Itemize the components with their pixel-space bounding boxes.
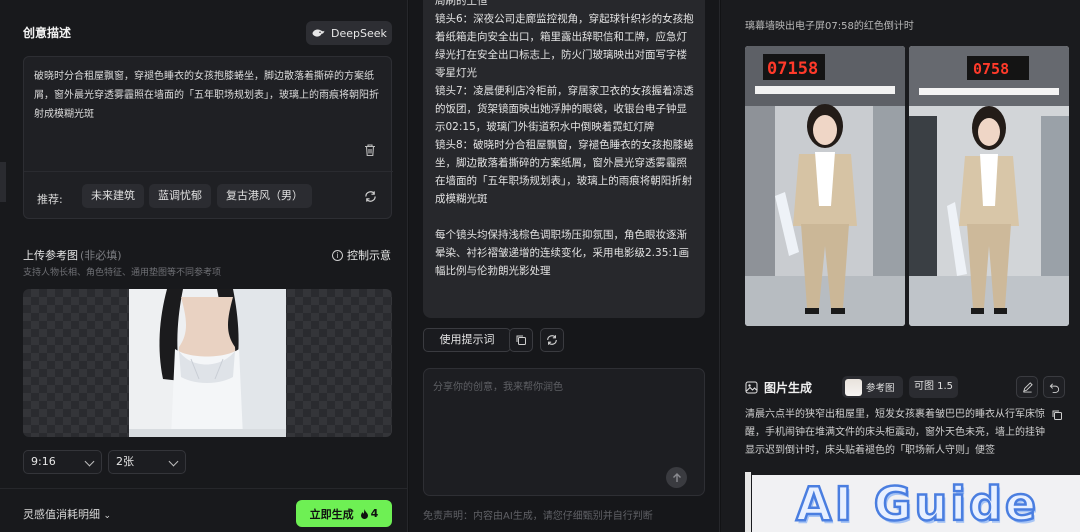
assistant-message-text[interactable]: 局刷的土恒 镜头6：深夜公司走廊监控视角，穿起球针织衫的女孩抱着纸箱走向安全出口… [435, 0, 697, 280]
result-image-1-graphic: 07158 [745, 46, 905, 326]
upload-title-text: 上传参考图 [23, 249, 78, 262]
reference-image-area[interactable] [23, 289, 392, 437]
model-chip[interactable]: 可图 1.5 [909, 376, 958, 398]
disclaimer-text: 免责声明：内容由AI生成，请您仔细甄别并自行判断 [423, 511, 653, 522]
ai-guide-watermark: AI Guide [752, 475, 1080, 532]
generate-cost-value: 4 [370, 507, 379, 520]
undo-button[interactable] [1043, 376, 1065, 398]
result-image-2-graphic: 0758 [909, 46, 1069, 326]
clock-display-right: 0758 [973, 60, 1009, 78]
image-prompt-text[interactable]: 清晨六点半的狭窄出租屋里，短发女孩裹着皱巴巴的睡衣从行军床惊醒，手机闹钟在堆满文… [745, 406, 1045, 460]
cost-label: 灵感值消耗明细 [23, 508, 100, 521]
send-button[interactable] [666, 467, 687, 488]
message-paragraph: 局刷的土恒 [435, 0, 488, 7]
assistant-message-bubble: 局刷的土恒 镜头6：深夜公司走廊监控视角，穿起球针织衫的女孩抱着纸箱走向安全出口… [423, 0, 705, 318]
previous-prompt-caption: 璃幕墙映出电子屏07:58的红色倒计时 [745, 21, 914, 32]
left-panel: 创意描述 DeepSeek 破晓时分合租屋飘窗，穿褪色睡衣的女孩抱膝蜷坐，脚边散… [0, 0, 408, 532]
count-select[interactable]: 2张 [108, 450, 186, 474]
chip-retro-hk-style[interactable]: 复古港风（男） [217, 184, 312, 208]
section-title-creative: 创意描述 [23, 26, 72, 40]
chevron-down-icon [168, 456, 179, 467]
image-generation-header: 图片生成 参考图 可图 1.5 [745, 376, 1065, 398]
panel-edge-handle[interactable] [0, 162, 6, 202]
right-panel: 璃幕墙映出电子屏07:58的红色倒计时 07158 0758 图片生成 参考图 … [721, 0, 1080, 532]
copy-button[interactable] [509, 328, 533, 352]
result-image-2[interactable]: 0758 [909, 46, 1069, 326]
image-icon [745, 381, 758, 394]
message-paragraph-shot8: 镜头8：破晓时分合租屋飘窗，穿褪色睡衣的女孩抱膝蜷坐，脚边散落着撕碎的方案纸屑，… [435, 139, 694, 205]
refresh-icon [547, 335, 557, 345]
trash-icon[interactable] [363, 143, 377, 157]
reference-thumbnail [845, 378, 862, 396]
cost-detail-toggle[interactable]: 灵感值消耗明细 ⌄ [23, 506, 111, 522]
ratio-select-value: 9:16 [31, 455, 56, 468]
regenerate-button[interactable] [540, 328, 564, 352]
recommend-row: 推荐: 未来建筑 蓝调忧郁 复古港风（男） [24, 171, 393, 219]
edit-button[interactable] [1016, 376, 1038, 398]
upload-title: 上传参考图 (非必填) [23, 247, 122, 263]
description-box[interactable]: 破晓时分合租屋飘窗，穿褪色睡衣的女孩抱膝蜷坐，脚边散落着撕碎的方案纸屑，窗外晨光… [23, 56, 393, 219]
next-result-preview[interactable] [745, 472, 751, 532]
middle-panel: 局刷的土恒 镜头6：深夜公司走廊监控视角，穿起球针织衫的女孩抱着纸箱走向安全出口… [409, 0, 720, 532]
refresh-icon[interactable] [364, 190, 377, 203]
clock-display-left: 07158 [767, 59, 818, 79]
ratio-select[interactable]: 9:16 [23, 450, 102, 474]
recommend-label: 推荐: [37, 193, 63, 206]
chevron-down-icon [84, 456, 95, 467]
deepseek-label: DeepSeek [331, 26, 387, 40]
pencil-icon [1022, 381, 1033, 393]
generate-cost: 4 [360, 507, 379, 520]
count-select-value: 2张 [116, 455, 134, 468]
info-icon: i [332, 249, 343, 261]
use-prompt-button[interactable]: 使用提示词 [423, 328, 511, 352]
chevron-down-icon: ⌄ [103, 511, 112, 521]
message-paragraph-shot6: 镜头6：深夜公司走廊监控视角，穿起球针织衫的女孩抱着纸箱走向安全出口，箱里露出辞… [435, 13, 694, 79]
deepseek-button[interactable]: DeepSeek [306, 21, 392, 45]
control-hint-link[interactable]: i 控制示意 [332, 247, 391, 263]
undo-icon [1049, 383, 1059, 393]
flame-icon [360, 508, 368, 519]
deepseek-whale-icon [312, 29, 325, 37]
arrow-up-icon [672, 472, 681, 482]
description-text[interactable]: 破晓时分合租屋飘窗，穿褪色睡衣的女孩抱膝蜷坐，脚边散落着撕碎的方案纸屑，窗外晨光… [34, 67, 384, 124]
reference-image-chip[interactable]: 参考图 [842, 376, 903, 398]
message-paragraph-summary: 每个镜头均保持浅棕色调职场压抑氛围，角色眼妆逐渐晕染、衬衫褶皱递增的连续变化，采… [435, 229, 690, 277]
reference-photo [129, 289, 286, 437]
image-generation-title: 图片生成 [745, 379, 812, 396]
result-image-1[interactable]: 07158 [745, 46, 905, 326]
chat-input-box[interactable] [423, 368, 705, 496]
generate-button[interactable]: 立即生成 4 [296, 500, 392, 527]
upload-subtitle: 支持人物长相、角色特征、通用垫图等不同参考项 [23, 268, 222, 278]
generate-label: 立即生成 [309, 507, 354, 521]
copy-icon[interactable] [1051, 409, 1063, 421]
copy-icon [516, 335, 526, 345]
chat-input[interactable] [433, 378, 695, 458]
left-footer: 灵感值消耗明细 ⌄ 立即生成 4 [0, 488, 408, 532]
message-paragraph-shot7: 镜头7：凌晨便利店冷柜前，穿居家卫衣的女孩握着凉透的饭团，货架镜面映出她浮肿的眼… [435, 85, 694, 133]
reference-chip-label: 参考图 [866, 383, 895, 394]
image-generation-label: 图片生成 [764, 381, 813, 395]
upload-optional: (非必填) [80, 249, 122, 262]
chip-blue-melancholy[interactable]: 蓝调忧郁 [149, 184, 211, 208]
watermark-text: AI Guide [795, 476, 1040, 532]
control-hint-label: 控制示意 [347, 249, 391, 262]
chip-future-architecture[interactable]: 未来建筑 [82, 184, 144, 208]
